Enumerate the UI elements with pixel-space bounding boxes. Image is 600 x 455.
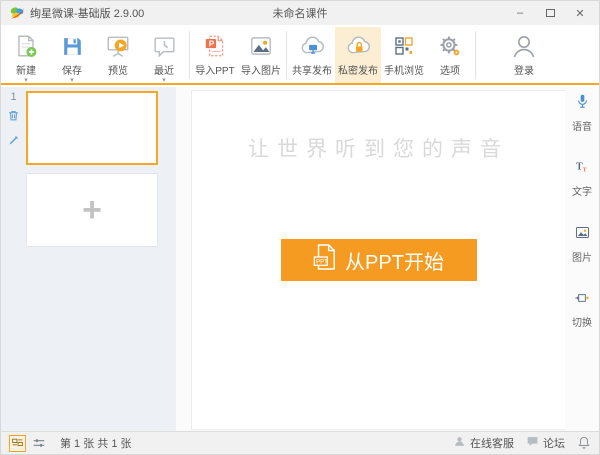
import-ppt-button-label: 导入PPT (195, 62, 234, 77)
import-group: P 导入PPT 导入图片 (192, 27, 284, 83)
slide-canvas[interactable]: 让世界听到您的声音 PPT 从PPT开始 (191, 90, 566, 430)
import-image-button-label: 导入图片 (241, 62, 281, 77)
ppt-badge-text: PPT (316, 259, 328, 265)
window-controls: – ✕ (507, 4, 593, 22)
support-agent-icon (453, 435, 466, 451)
file-group: 新建 ▾ 保存 ▾ (3, 27, 187, 83)
user-icon (508, 33, 540, 61)
app-logo-icon (9, 5, 25, 21)
body-area: 1 + 让世界听到您的声音 (1, 87, 599, 431)
save-button[interactable]: 保存 ▾ (49, 27, 95, 83)
qr-grid-icon (392, 32, 416, 60)
text-tool[interactable]: T T 文字 (572, 159, 592, 198)
svg-text:T: T (583, 168, 587, 174)
image-icon (574, 224, 591, 246)
start-from-ppt-button[interactable]: PPT 从PPT开始 (281, 239, 477, 281)
preview-icon (105, 32, 131, 60)
text-icon: T T (574, 159, 590, 180)
import-image-button[interactable]: 导入图片 (238, 27, 284, 83)
slogan-text: 让世界听到您的声音 (192, 133, 565, 163)
status-bar: 第 1 张 共 1 张 在线客服 论坛 (1, 431, 599, 454)
right-tool-rail: 语音 T T 文字 图片 (565, 87, 599, 431)
mobile-view-button[interactable]: 手机浏览 (381, 27, 427, 83)
slide-number: 1 (10, 91, 16, 103)
save-button-label: 保存 (62, 62, 82, 77)
recent-button-label: 最近 (154, 62, 174, 77)
image-tool[interactable]: 图片 (572, 224, 592, 264)
toolbar-spacer (478, 27, 489, 83)
maximize-button[interactable] (537, 4, 563, 22)
image-tool-label: 图片 (572, 249, 592, 264)
chevron-down-icon: ▾ (70, 78, 74, 83)
text-tool-label: 文字 (572, 183, 592, 198)
online-service-link[interactable]: 在线客服 (453, 435, 514, 451)
publish-group: 共享发布 私密发布 (289, 27, 473, 83)
preview-button[interactable]: 预览 (95, 27, 141, 83)
new-button[interactable]: 新建 ▾ (3, 27, 49, 83)
chat-bubble-icon (526, 435, 539, 451)
add-slide-button[interactable]: + (26, 173, 158, 247)
main-area: 让世界听到您的声音 PPT 从PPT开始 (176, 87, 599, 431)
status-bar-right: 在线客服 论坛 (453, 435, 591, 452)
minimize-button[interactable]: – (507, 4, 533, 22)
voice-tool-label: 语音 (572, 118, 592, 133)
forum-link[interactable]: 论坛 (526, 435, 565, 451)
gear-icon (437, 32, 463, 60)
chevron-down-icon: ▾ (24, 78, 28, 83)
preview-button-label: 预览 (108, 62, 128, 77)
slides-panel: 1 + (1, 87, 176, 431)
share-publish-button[interactable]: 共享发布 (289, 27, 335, 83)
share-publish-button-label: 共享发布 (292, 62, 332, 77)
toolbar-separator (189, 31, 190, 79)
close-button[interactable]: ✕ (567, 4, 593, 22)
options-button[interactable]: 选项 (427, 27, 473, 83)
voice-tool[interactable]: 语音 (572, 93, 592, 133)
recent-icon (152, 32, 177, 60)
trash-icon[interactable] (7, 109, 20, 127)
login-button[interactable]: 登录 (489, 27, 559, 83)
online-service-label: 在线客服 (470, 435, 514, 451)
import-ppt-icon: P (202, 32, 228, 60)
slide-gutter: 1 (1, 91, 26, 151)
new-document-icon (13, 32, 39, 60)
mobile-view-button-label: 手机浏览 (384, 62, 424, 77)
options-button-label: 选项 (440, 62, 460, 77)
transition-tool[interactable]: 切换 (572, 290, 592, 329)
import-ppt-button[interactable]: P 导入PPT (192, 27, 238, 83)
import-image-icon (248, 32, 274, 60)
svg-text:P: P (209, 39, 215, 48)
page-info: 第 1 张 共 1 张 (60, 435, 132, 451)
login-button-label: 登录 (514, 62, 534, 77)
save-icon (60, 32, 85, 60)
recent-button[interactable]: 最近 ▾ (141, 27, 187, 83)
share-publish-cloud-icon (299, 32, 326, 60)
chevron-down-icon: ▾ (162, 78, 166, 83)
main-toolbar: 新建 ▾ 保存 ▾ (1, 25, 599, 85)
plus-icon: + (82, 193, 102, 227)
start-from-ppt-label: 从PPT开始 (345, 246, 444, 275)
ppt-document-icon: PPT (313, 243, 337, 277)
maximize-icon (546, 9, 555, 17)
transition-icon (574, 290, 590, 311)
private-publish-button[interactable]: 私密发布 (335, 27, 381, 83)
app-window: 绚星微课-基础版 2.9.00 未命名课件 – ✕ 新建 (0, 0, 600, 455)
transition-tool-label: 切换 (572, 314, 592, 329)
toolbar-separator (286, 31, 287, 79)
slide-sorter-view-button[interactable] (9, 435, 26, 452)
sliders-icon[interactable] (32, 436, 46, 450)
bell-icon[interactable] (577, 435, 591, 452)
brush-icon[interactable] (8, 133, 20, 151)
svg-text:T: T (576, 162, 583, 173)
new-button-label: 新建 (16, 62, 36, 77)
private-publish-cloud-lock-icon (345, 32, 372, 60)
microphone-icon (574, 93, 591, 115)
app-title: 绚星微课-基础版 2.9.00 (30, 5, 144, 21)
forum-label: 论坛 (543, 435, 565, 451)
slide-thumbnail-1[interactable] (26, 91, 158, 165)
title-bar: 绚星微课-基础版 2.9.00 未命名课件 – ✕ (1, 1, 599, 25)
toolbar-separator (475, 31, 476, 79)
private-publish-button-label: 私密发布 (338, 62, 378, 77)
